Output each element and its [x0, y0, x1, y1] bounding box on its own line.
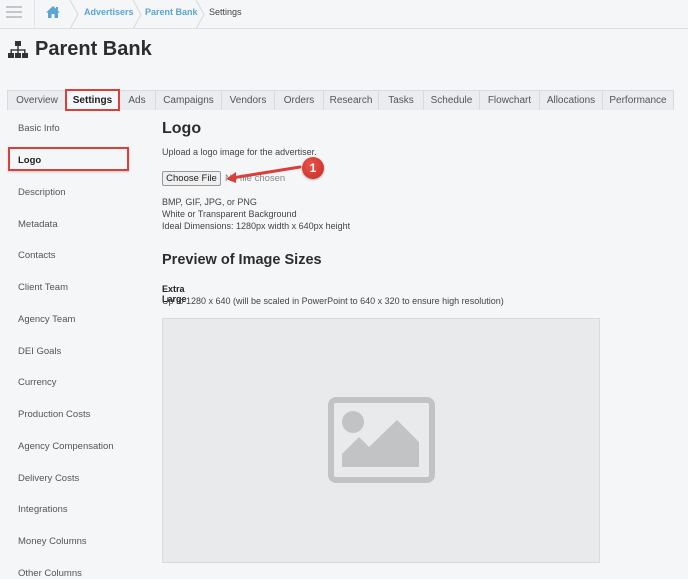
breadcrumb-link[interactable]: Parent Bank [145, 7, 198, 17]
sidebar-item-other-columns[interactable]: Other Columns [18, 568, 82, 579]
page-title-text: Parent Bank [35, 38, 152, 60]
tab-bar: Overview Settings Ads Campaigns Vendors … [7, 89, 674, 111]
tab-allocations[interactable]: Allocations [539, 90, 603, 110]
sidebar-item-integrations[interactable]: Integrations [18, 504, 68, 515]
file-status-text: No file chosen [225, 173, 286, 184]
tab-flowchart[interactable]: Flowchart [479, 90, 540, 110]
breadcrumb-separator-icon [132, 0, 142, 29]
logo-heading: Logo [162, 120, 202, 137]
divider [34, 0, 35, 29]
annotation-step-badge: 1 [302, 157, 324, 179]
image-preview-box [162, 318, 600, 563]
sidebar-item-contacts[interactable]: Contacts [18, 250, 56, 261]
sidebar-item-production-costs[interactable]: Production Costs [18, 409, 90, 420]
tab-campaigns[interactable]: Campaigns [155, 90, 222, 110]
top-navigation-bar: Advertisers Parent Bank Settings [0, 0, 688, 29]
sidebar-item-client-team[interactable]: Client Team [18, 282, 68, 293]
sidebar-item-description[interactable]: Description [18, 187, 66, 198]
sidebar-item-agency-compensation[interactable]: Agency Compensation [18, 441, 114, 452]
tab-settings[interactable]: Settings [65, 89, 120, 111]
tab-tasks[interactable]: Tasks [378, 90, 424, 110]
sidebar-item-basic-info[interactable]: Basic Info [18, 123, 60, 134]
breadcrumb-link[interactable]: Advertisers [84, 7, 134, 17]
sidebar-item-money-columns[interactable]: Money Columns [18, 536, 87, 547]
sidebar-item-currency[interactable]: Currency [18, 377, 57, 388]
sidebar-item-logo[interactable]: Logo [18, 155, 41, 166]
spec-background: White or Transparent Background [162, 209, 297, 219]
sidebar-item-dei-goals[interactable]: DEI Goals [18, 346, 61, 357]
tab-performance[interactable]: Performance [602, 90, 674, 110]
spec-formats: BMP, GIF, JPG, or PNG [162, 197, 257, 207]
tab-vendors[interactable]: Vendors [221, 90, 275, 110]
tab-orders[interactable]: Orders [274, 90, 324, 110]
breadcrumb-separator-icon [195, 0, 205, 29]
size-description: Up to 1280 x 640 (will be scaled in Powe… [162, 296, 504, 306]
tab-schedule[interactable]: Schedule [423, 90, 480, 110]
sidebar-item-agency-team[interactable]: Agency Team [18, 314, 75, 325]
tab-ads[interactable]: Ads [118, 90, 156, 110]
sidebar-item-metadata[interactable]: Metadata [18, 219, 58, 230]
breadcrumb-parent-bank[interactable]: Parent Bank [145, 0, 198, 29]
image-placeholder-icon [328, 397, 435, 483]
page-title: Parent Bank [8, 38, 152, 61]
breadcrumb-advertisers[interactable]: Advertisers [84, 0, 134, 29]
choose-file-button[interactable]: Choose File [162, 171, 221, 186]
preview-heading: Preview of Image Sizes [162, 252, 322, 268]
breadcrumb-separator-icon [69, 0, 79, 29]
org-chart-icon [8, 40, 28, 58]
spec-dimensions: Ideal Dimensions: 1280px width x 640px h… [162, 221, 351, 231]
sidebar-item-delivery-costs[interactable]: Delivery Costs [18, 473, 79, 484]
hamburger-menu-icon[interactable] [6, 5, 22, 19]
home-icon[interactable] [45, 5, 61, 19]
tab-research[interactable]: Research [323, 90, 379, 110]
breadcrumb-current: Settings [209, 7, 242, 17]
upload-description: Upload a logo image for the advertiser. [162, 147, 317, 157]
tab-overview[interactable]: Overview [7, 90, 67, 110]
